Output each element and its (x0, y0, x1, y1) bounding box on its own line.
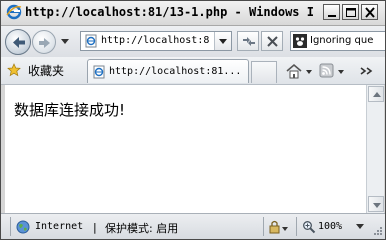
security-zone-label: Internet (35, 221, 84, 232)
history-dropdown-icon[interactable] (61, 38, 70, 46)
address-input[interactable]: http://localhost:8 (101, 35, 211, 46)
status-divider (10, 217, 11, 236)
browser-window: http://localhost:81/13-1.php - Windows I… (0, 0, 386, 240)
tab-current-page[interactable]: http://localhost:81... (87, 59, 249, 83)
minimize-button[interactable] (323, 4, 340, 20)
status-bar: Internet | 保护模式: 启用 100% (1, 213, 385, 239)
status-separator: | (93, 221, 97, 234)
page-icon (85, 34, 97, 48)
compatibility-view-button[interactable] (237, 31, 259, 51)
new-tab-button[interactable] (251, 61, 277, 83)
status-divider (296, 217, 297, 236)
resize-grip-icon[interactable] (373, 226, 383, 236)
back-arrow-icon (13, 37, 25, 48)
connection-message: 数据库连接成功! (14, 101, 126, 119)
scroll-up-button[interactable] (368, 86, 384, 102)
search-provider-icon (293, 34, 307, 48)
ie-logo-icon (6, 4, 22, 20)
address-bar[interactable]: http://localhost:8 (80, 31, 232, 51)
protected-mode-lock-icon[interactable] (267, 219, 289, 235)
page-icon (93, 65, 105, 79)
status-divider (263, 217, 264, 236)
back-button[interactable] (5, 29, 31, 55)
scroll-down-arrow-icon (373, 203, 381, 208)
favorites-star-icon[interactable] (7, 63, 21, 77)
stop-icon (267, 36, 278, 47)
zoom-level[interactable]: 100% (318, 221, 342, 232)
chevron-down-icon (219, 39, 227, 44)
internet-globe-icon (16, 220, 30, 234)
compatibility-icon (243, 37, 255, 46)
address-dropdown-button[interactable] (214, 32, 231, 50)
vertical-scrollbar[interactable] (366, 85, 384, 213)
zoom-magnifier-icon[interactable] (302, 220, 316, 234)
page-content: 数据库连接成功! (5, 85, 366, 213)
title-bar: http://localhost:81/13-1.php - Windows I… (1, 1, 385, 26)
zoom-dropdown-icon[interactable] (356, 223, 365, 231)
maximize-button[interactable] (342, 4, 359, 20)
favorites-button[interactable]: 收藏夹 (28, 62, 64, 79)
maximize-icon (346, 8, 356, 17)
close-icon (365, 7, 375, 18)
stop-button[interactable] (261, 31, 283, 51)
window-title: http://localhost:81/13-1.php - Windows I… (25, 5, 315, 19)
scroll-down-button[interactable] (368, 196, 384, 212)
navigation-bar: http://localhost:8 Ignoring que (1, 26, 385, 57)
forward-arrow-icon (39, 38, 50, 48)
more-commands-icon[interactable] (357, 62, 383, 80)
minimize-icon (328, 15, 336, 17)
feeds-icon[interactable] (318, 62, 348, 80)
close-button[interactable] (361, 4, 378, 20)
protected-mode-label: 保护模式: 启用 (105, 222, 179, 235)
search-input[interactable]: Ignoring que (310, 35, 373, 46)
scroll-up-arrow-icon (373, 92, 381, 97)
forward-button[interactable] (32, 30, 56, 54)
search-box[interactable]: Ignoring que (290, 31, 385, 51)
home-icon[interactable] (285, 62, 315, 80)
tab-title: http://localhost:81... (109, 66, 242, 77)
favorites-bar: 收藏夹 http://localhost:81... (1, 57, 385, 85)
